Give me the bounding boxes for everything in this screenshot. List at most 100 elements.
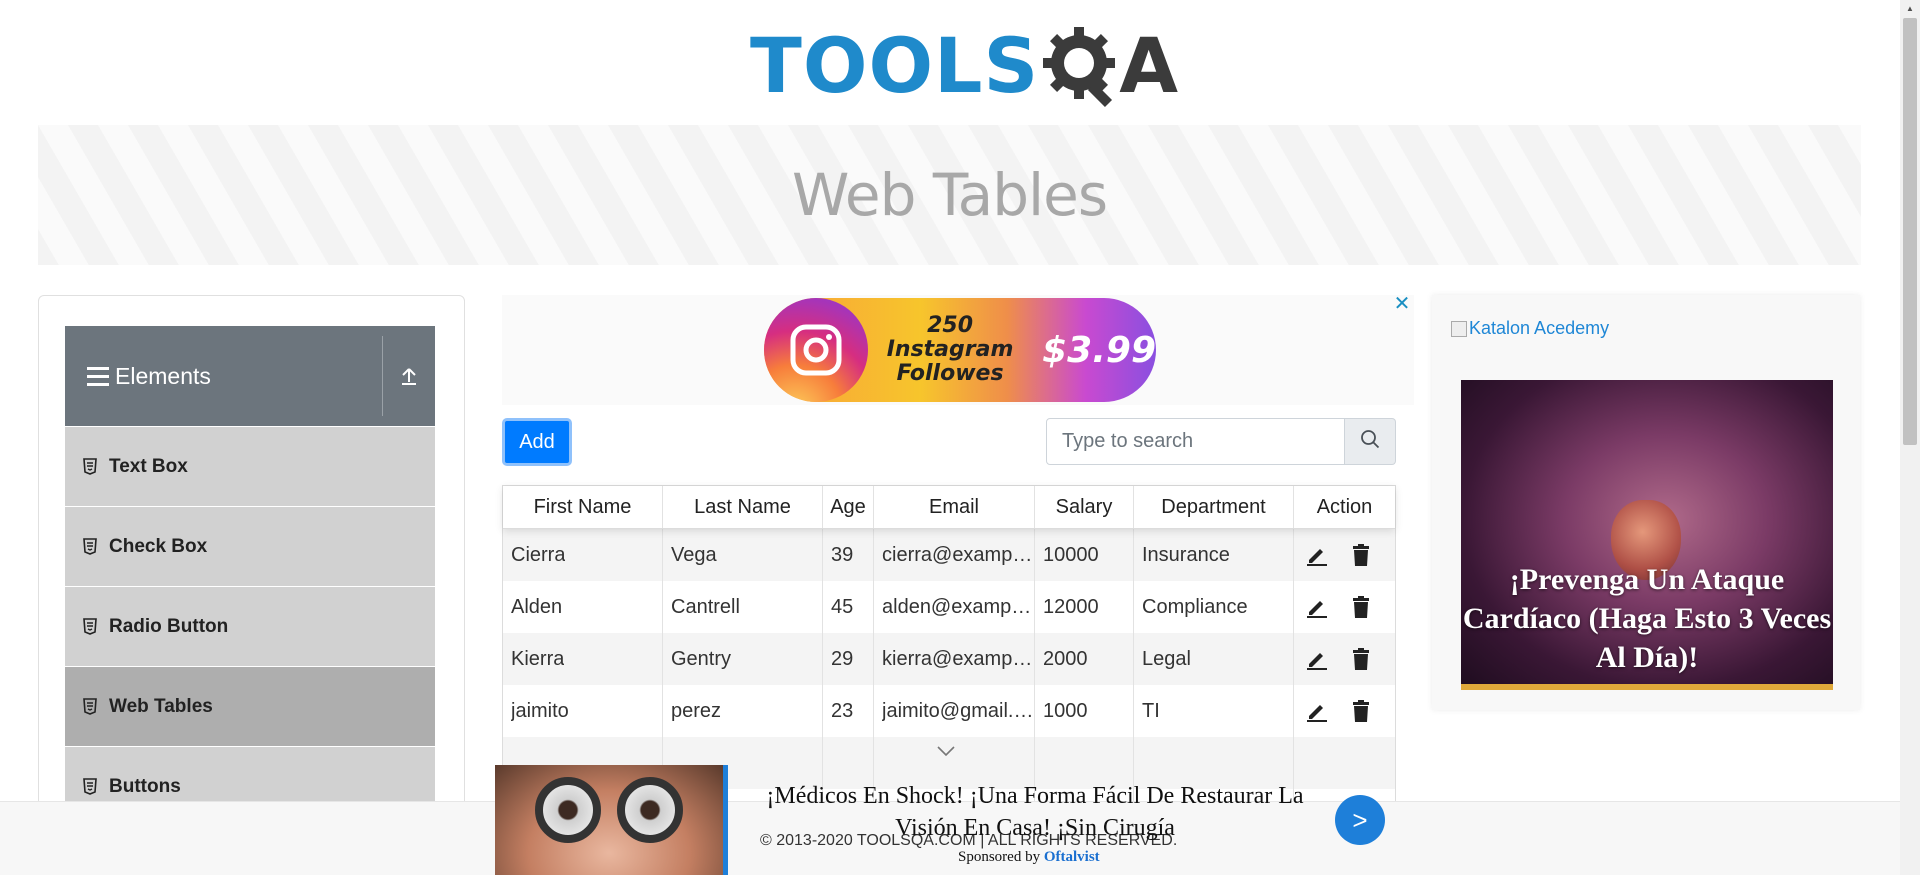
elements-menu: Text Box Check Box Radio Button Web Tabl… (65, 427, 435, 827)
collapse-icon[interactable] (382, 326, 435, 426)
search-button[interactable] (1345, 418, 1396, 465)
left-panel: Elements Text Box Check Box Radio Button… (38, 295, 465, 875)
bottom-ad-headline[interactable]: ¡Médicos En Shock! ¡Una Forma Fácil De R… (745, 780, 1325, 844)
cell-department: Insurance (1134, 529, 1294, 581)
sponsor-name[interactable]: Oftalvist (1044, 849, 1100, 865)
cell-age: 23 (823, 685, 874, 737)
cell-age: 39 (823, 529, 874, 581)
column-header-email[interactable]: Email (874, 486, 1035, 528)
page-title: Web Tables (791, 161, 1108, 229)
cell-email: kierra@example.com (874, 633, 1035, 685)
trial-lens-left (535, 777, 601, 843)
cell-action (1294, 529, 1395, 581)
table-header: First Name Last Name Age Email Salary De… (503, 486, 1395, 529)
cell-first-name: Alden (503, 581, 663, 633)
cell-department: Legal (1134, 633, 1294, 685)
sidebar-item-text-box[interactable]: Text Box (65, 427, 435, 506)
table-row: Kierra Gentry 29 kierra@example.com 2000… (503, 633, 1395, 685)
cell-salary: 10000 (1035, 529, 1134, 581)
cell-email: alden@example.com (874, 581, 1035, 633)
chevron-down-icon[interactable] (936, 744, 956, 762)
sidebar-item-label: Web Tables (109, 695, 213, 717)
column-header-salary[interactable]: Salary (1035, 486, 1134, 528)
search-input[interactable] (1046, 418, 1345, 465)
group-title: Elements (115, 362, 211, 389)
html5-icon (83, 457, 99, 476)
cell-first-name: Cierra (503, 529, 663, 581)
cell-department: Compliance (1134, 581, 1294, 633)
column-header-first-name[interactable]: First Name (503, 486, 663, 528)
sidebar-item-radio-button[interactable]: Radio Button (65, 587, 435, 666)
sidebar-item-check-box[interactable]: Check Box (65, 507, 435, 586)
search-box (1046, 418, 1396, 465)
sidebar-item-label: Check Box (109, 535, 208, 557)
scrollbar-thumb[interactable] (1903, 18, 1917, 445)
cell-action (1294, 633, 1395, 685)
cell-salary: 1000 (1035, 685, 1134, 737)
eye-exam-ad-image[interactable] (495, 765, 723, 875)
edit-icon[interactable] (1304, 698, 1330, 724)
cell-email: cierra@example.com (874, 529, 1035, 581)
cell-last-name: perez (663, 685, 823, 737)
ad-text: 250 Instagram Followes (886, 313, 1014, 386)
cell-age: 29 (823, 633, 874, 685)
bottom-ad-sponsor: Sponsored by Oftalvist (958, 849, 1100, 865)
add-button[interactable]: Add (502, 418, 572, 466)
column-header-action: Action (1316, 495, 1373, 518)
instagram-icon (764, 298, 868, 402)
edit-icon[interactable] (1304, 542, 1330, 568)
delete-icon[interactable] (1348, 646, 1374, 672)
cell-last-name: Gentry (663, 633, 823, 685)
column-header-department[interactable]: Department (1134, 486, 1294, 528)
search-icon (1360, 429, 1380, 454)
cell-salary: 2000 (1035, 633, 1134, 685)
cell-last-name: Cantrell (663, 581, 823, 633)
trial-lens-right (617, 777, 683, 843)
logo-text: TOOLS (750, 21, 1040, 110)
html5-icon (83, 777, 99, 796)
close-ad-icon[interactable]: ✕ (1393, 294, 1411, 314)
html5-icon (83, 697, 99, 716)
ad-price: $3.99 (1042, 329, 1156, 371)
broken-image-icon (1451, 320, 1467, 337)
page: TOOLS A Web Tables Elements Text Box Che… (0, 0, 1920, 875)
page-banner: Web Tables (38, 125, 1861, 265)
delete-icon[interactable] (1348, 542, 1374, 568)
column-header-age[interactable]: Age (823, 486, 874, 528)
edit-icon[interactable] (1304, 594, 1330, 620)
cell-email: jaimito@gmail.com (874, 685, 1035, 737)
column-header-last-name[interactable]: Last Name (663, 486, 823, 528)
sidebar-item-web-tables[interactable]: Web Tables (65, 667, 435, 746)
html5-icon (83, 617, 99, 636)
cell-action (1294, 581, 1395, 633)
katalon-ad-link[interactable]: Katalon Acedemy (1451, 318, 1609, 339)
cell-age: 45 (823, 581, 874, 633)
table-row: jaimito perez 23 jaimito@gmail.com 1000 … (503, 685, 1395, 737)
instagram-ad-banner[interactable]: 250 Instagram Followes $3.99 (764, 298, 1156, 402)
sidebar-item-label: Text Box (109, 455, 188, 477)
cell-first-name: jaimito (503, 685, 663, 737)
gear-magnifier-icon (1041, 25, 1123, 108)
cell-first-name: Kierra (503, 633, 663, 685)
sidebar-item-label: Radio Button (109, 615, 229, 637)
delete-icon[interactable] (1348, 594, 1374, 620)
edit-icon[interactable] (1304, 646, 1330, 672)
sidebar-item-label: Buttons (109, 775, 181, 797)
cell-last-name: Vega (663, 529, 823, 581)
html5-icon (83, 537, 99, 556)
ad-go-button[interactable]: > (1335, 795, 1385, 845)
table-row: Cierra Vega 39 cierra@example.com 10000 … (503, 529, 1395, 581)
elements-group-header[interactable]: Elements (65, 326, 435, 426)
cell-department: TI (1134, 685, 1294, 737)
cell-action (1294, 685, 1395, 737)
delete-icon[interactable] (1348, 698, 1374, 724)
ad-accent-bar (723, 765, 728, 875)
scroll-up-arrow-icon[interactable]: ▲ (1900, 0, 1920, 17)
logo-a: A (1119, 21, 1179, 110)
menu-icon (87, 366, 109, 386)
cell-salary: 12000 (1035, 581, 1134, 633)
table-row: Alden Cantrell 45 alden@example.com 1200… (503, 581, 1395, 633)
heart-ad-headline[interactable]: ¡Prevenga Un Ataque Cardíaco (Haga Esto … (1461, 560, 1833, 677)
katalon-alt-text: Katalon Acedemy (1469, 318, 1610, 338)
toolsqa-logo[interactable]: TOOLS A (750, 18, 1178, 114)
